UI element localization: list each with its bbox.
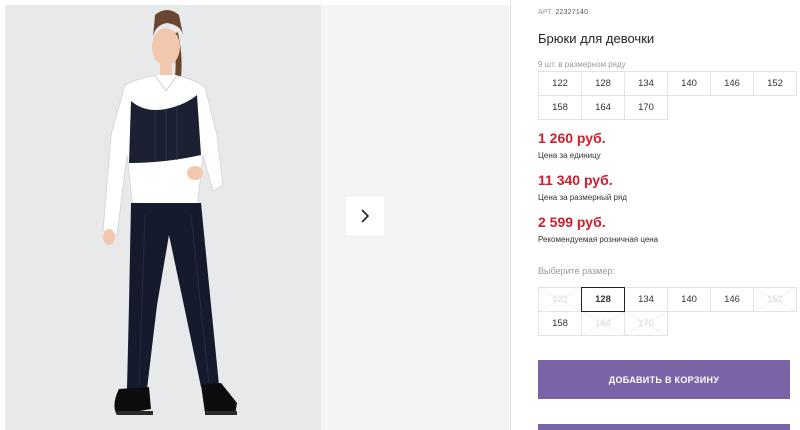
article-number: АРТ. 22327140 — [538, 9, 588, 16]
pack-size-cell: 152 — [753, 71, 797, 96]
size-option[interactable]: 158 — [538, 311, 582, 336]
column-divider — [510, 0, 511, 430]
retail-price-caption: Рекомендуемая розничная цена — [538, 235, 659, 244]
pack-size-cell: 146 — [710, 71, 754, 96]
product-photo — [5, 5, 321, 430]
pack-size-cell: 164 — [581, 95, 625, 120]
chevron-right-icon — [361, 209, 370, 223]
pack-size-cell: 134 — [624, 71, 668, 96]
gallery-next-button[interactable] — [346, 197, 384, 235]
pack-price-caption: Цена за размерный ряд — [538, 193, 627, 202]
size-option-selected[interactable]: 128 — [581, 287, 625, 312]
article-value: 22327140 — [555, 9, 589, 16]
unit-price-caption: Цена за единицу — [538, 151, 601, 160]
pack-size-cell: 122 — [538, 71, 582, 96]
size-select-label: Выберите размер: — [538, 266, 615, 276]
retail-price: 2 599 руб. — [538, 214, 606, 230]
pack-size-cell: 128 — [581, 71, 625, 96]
pack-size-cell: 170 — [624, 95, 668, 120]
pack-size-cell: 158 — [538, 95, 582, 120]
size-option: 170 — [624, 311, 668, 336]
size-option[interactable]: 146 — [710, 287, 754, 312]
size-option: 122 — [538, 287, 582, 312]
pack-price: 11 340 руб. — [538, 172, 613, 188]
add-to-cart-button[interactable]: ДОБАВИТЬ В КОРЗИНУ — [538, 360, 790, 399]
product-gallery — [0, 0, 512, 430]
size-option[interactable]: 134 — [624, 287, 668, 312]
unit-price: 1 260 руб. — [538, 130, 606, 146]
pack-size-grid: 122 128 134 140 146 152 158 164 170 — [538, 71, 797, 120]
pack-label: 9 шт. в размерном ряду — [538, 60, 626, 69]
size-selector: 122 128 134 140 146 152 158 164 170 — [538, 287, 797, 336]
size-option: 152 — [753, 287, 797, 312]
pack-size-cell: 140 — [667, 71, 711, 96]
size-option: 164 — [581, 311, 625, 336]
size-option[interactable]: 140 — [667, 287, 711, 312]
secondary-action-button[interactable] — [538, 424, 790, 430]
product-title: Брюки для девочки — [538, 31, 655, 46]
article-label: АРТ. — [538, 9, 554, 16]
